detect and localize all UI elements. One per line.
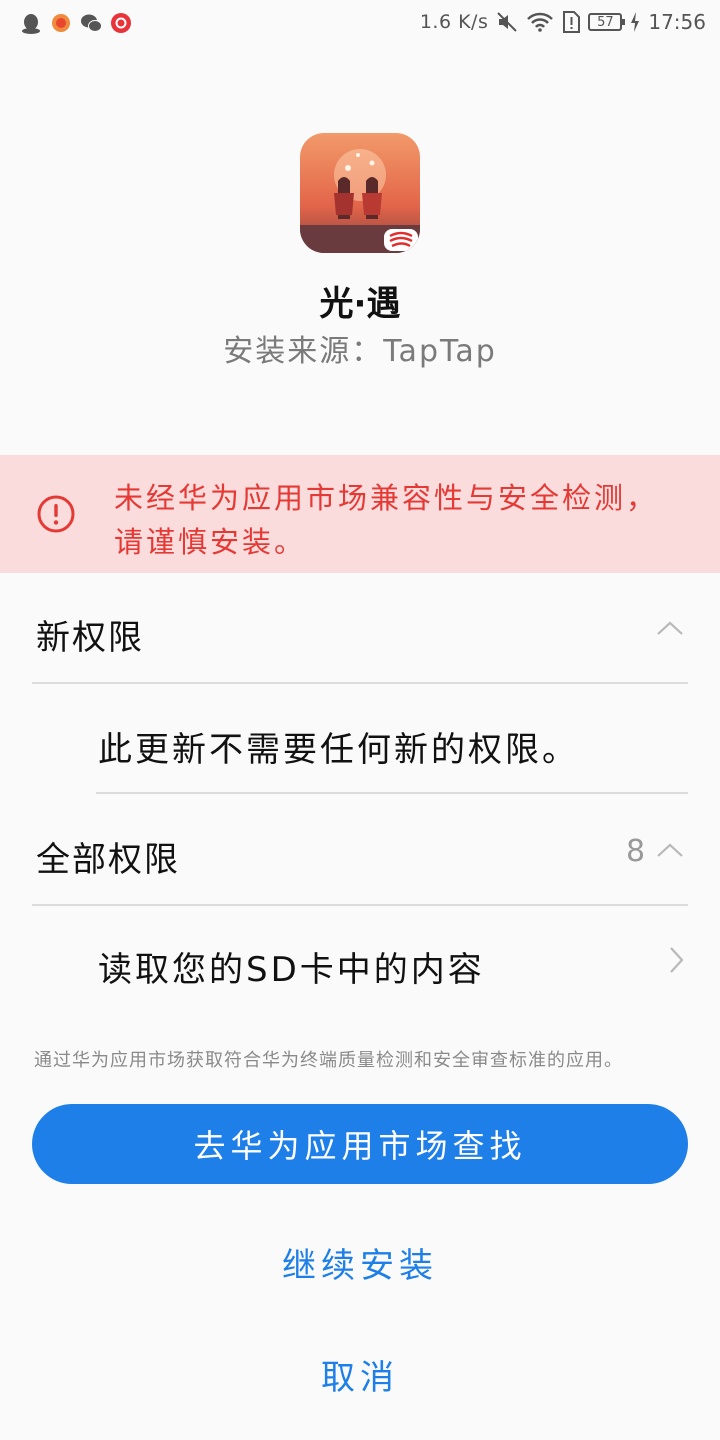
chevron-up-icon[interactable] [656, 842, 684, 858]
charging-icon [631, 12, 640, 32]
new-permissions-header[interactable]: 新权限 [36, 610, 144, 659]
sky-game-icon [300, 133, 420, 253]
sim-alert-icon [563, 11, 581, 33]
new-permissions-item: 此更新不需要任何新的权限。 [98, 730, 579, 770]
app-name: 光·遇 [319, 284, 401, 324]
cancel-button[interactable]: 取消 [160, 1350, 560, 1399]
battery-icon: 57 [588, 13, 626, 31]
install-source: 安装来源：TapTap [223, 334, 497, 369]
permission-count: 8 [626, 834, 646, 869]
permission-item-sd-card[interactable]: 读取您的SD卡中的内容 [98, 942, 485, 991]
warning-text: 未经华为应用市场兼容性与安全检测，请谨慎安装。 [114, 481, 659, 559]
netease-icon [52, 14, 70, 32]
all-permissions-header[interactable]: 全部权限 [36, 832, 180, 881]
go-to-market-button[interactable]: 去华为应用市场查找 [32, 1104, 688, 1184]
qq-icon [22, 14, 40, 34]
alert-circle-icon [37, 495, 75, 533]
wechat-icon [81, 14, 102, 32]
divider [96, 792, 688, 794]
divider [32, 904, 688, 906]
clock: 17:56 [648, 10, 706, 34]
system-status: 1.6 K/s 57 17:56 [420, 10, 706, 34]
netease-music-icon [111, 13, 131, 33]
continue-install-button[interactable]: 继续安装 [160, 1238, 560, 1287]
wifi-icon [527, 12, 554, 32]
network-speed: 1.6 K/s [419, 11, 489, 33]
status-bar: 1.6 K/s 57 17:56 [0, 0, 720, 50]
market-footnote: 通过华为应用市场获取符合华为终端质量检测和安全审查标准的应用。 [34, 1050, 623, 1071]
notification-icons [20, 12, 132, 34]
app-icon [300, 133, 420, 253]
divider [32, 682, 688, 684]
battery-level: 57 [597, 14, 614, 30]
chevron-right-icon[interactable] [668, 946, 684, 974]
mute-icon [497, 12, 518, 32]
chevron-up-icon[interactable] [656, 620, 684, 636]
